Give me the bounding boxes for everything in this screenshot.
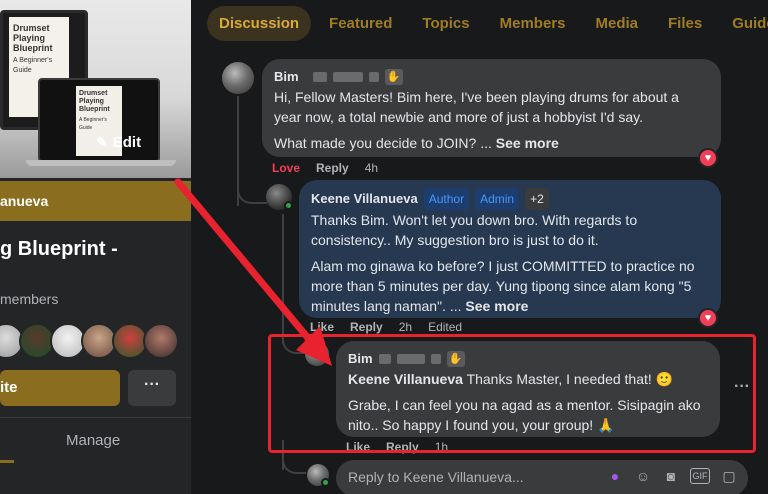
like-button[interactable]: Like — [310, 320, 334, 334]
reply-placeholder: Reply to Keene Villanueva... — [348, 469, 524, 485]
screen: Drumset Playing Blueprint A Beginner's G… — [0, 0, 768, 494]
sidebar-divider — [0, 417, 191, 418]
pencil-icon: ✎ — [96, 134, 108, 150]
redacted-text — [368, 72, 379, 82]
tab-featured[interactable]: Featured — [317, 6, 404, 41]
comment-author[interactable]: Keene Villanueva — [311, 189, 418, 209]
comment-text-continued: What made you decide to JOIN? ... See mo… — [274, 133, 709, 153]
avatar[interactable] — [222, 62, 254, 94]
members-count[interactable]: members — [0, 291, 58, 307]
tab-files[interactable]: Files — [656, 6, 714, 41]
more-badges[interactable]: +2 — [525, 188, 549, 210]
group-tabs: Discussion Featured Topics Members Media… — [191, 0, 768, 46]
member-avatars — [0, 323, 179, 359]
admin-badge: Admin — [475, 188, 520, 210]
tab-members[interactable]: Members — [488, 6, 578, 41]
reply-input[interactable]: Reply to Keene Villanueva... ● ☺ ◙ GIF ▢ — [336, 460, 748, 494]
book-front-subtitle: A Beginner's Guide — [79, 117, 107, 131]
see-more-link[interactable]: See more — [465, 298, 528, 314]
invite-button[interactable]: ite — [0, 370, 120, 406]
more-options-button[interactable]: ··· — [128, 370, 176, 406]
tab-guides[interactable]: Guides — [720, 6, 768, 41]
reply-button[interactable]: Reply — [316, 161, 349, 175]
invite-label: ite — [0, 379, 18, 396]
manage-tab[interactable]: Manage — [66, 432, 120, 449]
comment-timestamp[interactable]: 4h — [365, 161, 378, 175]
group-admin-bar[interactable]: anueva — [0, 181, 191, 221]
comment-actions: Like Reply 2h Edited — [310, 320, 462, 334]
book-back-title: Drumset Playing Blueprint — [13, 23, 53, 53]
online-status-icon — [284, 201, 293, 210]
group-sidebar: Drumset Playing Blueprint A Beginner's G… — [0, 0, 191, 494]
tab-media[interactable]: Media — [583, 6, 650, 41]
comment-author[interactable]: Bim — [274, 67, 299, 87]
annotation-highlight-box — [268, 334, 756, 453]
book-front-title: Drumset Playing Blueprint — [79, 90, 110, 113]
author-badge: Author — [423, 188, 470, 210]
gif-icon[interactable]: GIF — [690, 468, 710, 484]
edited-label: Edited — [428, 320, 463, 334]
see-more-link[interactable]: See more — [496, 135, 559, 151]
comment-text: Thanks Bim. Won't let you down bro. With… — [311, 212, 638, 248]
comment-author-row: Bim ✋ — [274, 67, 709, 87]
edit-cover-label: Edit — [112, 134, 142, 151]
online-status-icon — [321, 478, 330, 487]
comment-text-continued: Alam mo ginawa ko before? I just COMMITT… — [311, 256, 709, 316]
laptop-base — [26, 160, 176, 166]
reply-button[interactable]: Reply — [350, 320, 383, 334]
tab-topics[interactable]: Topics — [410, 6, 481, 41]
comment-bubble: Bim ✋ Hi, Fellow Masters! Bim here, I've… — [262, 59, 721, 157]
waving-hand-icon: ✋ — [384, 69, 403, 85]
comment-author-row: Keene Villanueva Author Admin +2 — [311, 188, 709, 210]
edit-cover-button[interactable]: ✎ Edit — [96, 134, 141, 151]
redacted-text — [332, 72, 363, 82]
member-avatar[interactable] — [143, 323, 179, 359]
comment-text-question: What made you decide to JOIN? ... — [274, 135, 492, 151]
heart-icon[interactable]: ♥ — [698, 308, 718, 328]
reply-toolbar: ● ☺ ◙ GIF ▢ — [606, 468, 738, 485]
avatar-dot-icon[interactable]: ● — [606, 468, 624, 485]
love-reaction-button[interactable]: Love — [272, 161, 300, 175]
group-cover-photo: Drumset Playing Blueprint A Beginner's G… — [0, 0, 191, 178]
sticker-icon[interactable]: ▢ — [720, 468, 738, 485]
comment-bubble: Keene Villanueva Author Admin +2 Thanks … — [299, 180, 721, 318]
comment-text: Hi, Fellow Masters! Bim here, I've been … — [274, 89, 679, 125]
emoji-icon[interactable]: ☺ — [634, 468, 652, 485]
book-back-subtitle: A Beginner's Guide — [13, 57, 53, 74]
group-admin-name: anueva — [0, 193, 49, 209]
group-title[interactable]: g Blueprint - — [0, 238, 118, 261]
thread-line — [282, 214, 284, 344]
comment-actions: Love Reply 4h — [272, 161, 378, 175]
redacted-text — [312, 72, 327, 82]
tab-discussion[interactable]: Discussion — [207, 5, 312, 41]
heart-icon[interactable]: ♥ — [698, 148, 718, 168]
more-dots-icon: ··· — [144, 376, 160, 393]
camera-icon[interactable]: ◙ — [662, 468, 680, 485]
comment-timestamp[interactable]: 2h — [399, 320, 412, 334]
active-tab-indicator — [0, 460, 14, 463]
